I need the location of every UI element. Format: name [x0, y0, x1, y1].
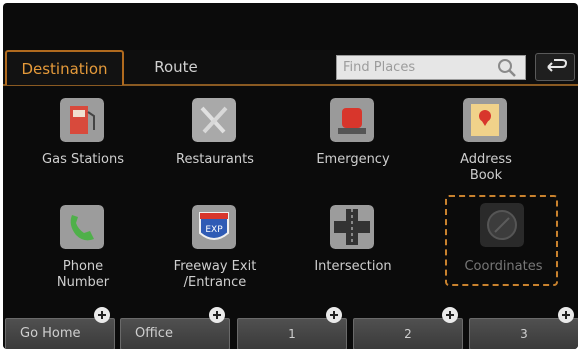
- address-book-icon: [463, 98, 507, 142]
- tab-destination[interactable]: Destination: [5, 50, 124, 85]
- intersection-icon: [330, 205, 374, 249]
- tile-label: Restaurants: [176, 152, 254, 167]
- svg-text:EXP: EXP: [205, 225, 223, 235]
- navigation-panel: Destination Route Find Places Gas Statio…: [3, 3, 578, 349]
- search-input[interactable]: Find Places: [336, 55, 526, 80]
- tile-label: Address Book: [460, 152, 512, 183]
- add-icon: [558, 307, 574, 323]
- favorite-1-button[interactable]: 1: [237, 307, 347, 349]
- back-arrow-icon: [547, 59, 568, 72]
- tile-address-book[interactable]: Address Book: [421, 96, 551, 201]
- tile-label: Freeway Exit /Entrance: [173, 259, 257, 290]
- quick-label: Office: [135, 326, 173, 341]
- tile-freeway-exit[interactable]: EXP Freeway Exit /Entrance: [150, 203, 280, 308]
- tile-label: Phone Number: [56, 259, 110, 290]
- back-button[interactable]: [535, 53, 575, 81]
- tile-label: Intersection: [314, 259, 392, 274]
- tab-route[interactable]: Route: [131, 50, 221, 84]
- tile-label: Coordinates: [464, 259, 543, 274]
- gas-pump-icon: [60, 98, 104, 142]
- add-icon: [326, 307, 342, 323]
- search-placeholder: Find Places: [343, 60, 416, 75]
- quick-label: 2: [404, 327, 412, 341]
- tile-label: Gas Stations: [42, 152, 124, 167]
- add-icon: [209, 307, 225, 323]
- tile-coordinates[interactable]: Coordinates: [445, 195, 558, 286]
- tile-intersection[interactable]: Intersection: [288, 203, 418, 308]
- tile-emergency[interactable]: Emergency: [288, 96, 418, 201]
- screen: Destination Route Find Places Gas Statio…: [0, 0, 581, 352]
- freeway-exit-icon: EXP: [192, 205, 236, 249]
- add-icon: [94, 307, 110, 323]
- tile-label: Emergency: [316, 152, 390, 167]
- quick-label: Go Home: [20, 326, 81, 341]
- tile-restaurants[interactable]: Restaurants: [150, 96, 280, 201]
- quick-label: 1: [288, 327, 296, 341]
- add-icon: [442, 307, 458, 323]
- favorite-2-button[interactable]: 2: [353, 307, 463, 349]
- top-bar: Destination Route Find Places: [3, 50, 578, 86]
- quick-bar: Go Home Office 1 2 3: [3, 307, 578, 349]
- phone-icon: [60, 205, 104, 249]
- quick-label: 3: [520, 327, 528, 341]
- fork-knife-icon: [192, 98, 236, 142]
- search-icon: [498, 59, 516, 77]
- emergency-light-icon: [330, 98, 374, 142]
- favorite-3-button[interactable]: 3: [469, 307, 578, 349]
- tile-gas-stations[interactable]: Gas Stations: [18, 96, 148, 201]
- go-home-button[interactable]: Go Home: [5, 307, 115, 349]
- office-button[interactable]: Office: [120, 307, 230, 349]
- tile-phone-number[interactable]: Phone Number: [18, 203, 148, 308]
- coordinates-icon: [480, 203, 524, 247]
